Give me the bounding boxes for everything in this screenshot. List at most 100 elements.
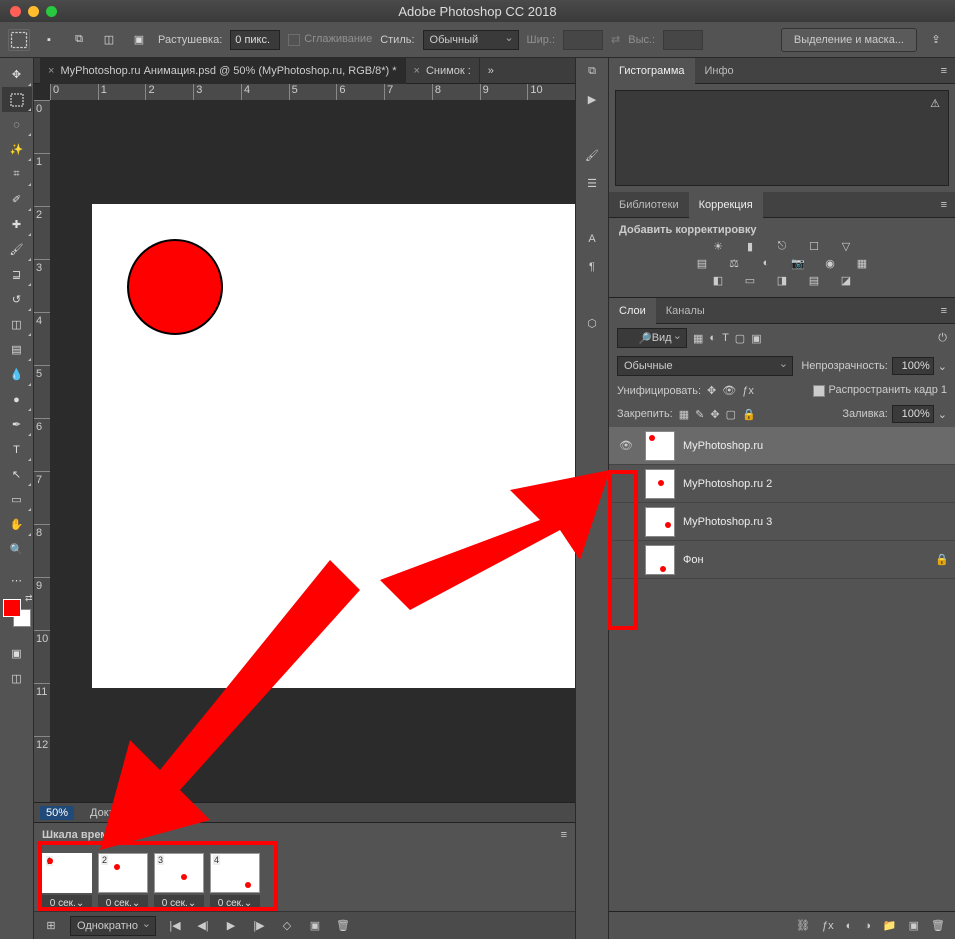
link-layers-icon[interactable]: ⛓ — [796, 919, 810, 932]
loop-select[interactable]: Однократно — [70, 916, 156, 936]
document-canvas[interactable] — [92, 204, 575, 688]
first-frame-icon[interactable]: |◀ — [166, 917, 184, 935]
fill-input[interactable]: 100% — [892, 405, 934, 423]
history-brush-tool[interactable]: ↺ — [2, 287, 32, 312]
shape-tool[interactable]: ▭ — [2, 487, 32, 512]
zoom-level[interactable]: 50% — [40, 806, 74, 820]
tween-icon[interactable]: ◇ — [278, 917, 296, 935]
foreground-color[interactable] — [3, 599, 21, 617]
filter-shape-icon[interactable]: ▢ — [735, 332, 745, 345]
3d-panel-icon[interactable]: ⬡ — [581, 314, 603, 332]
next-frame-icon[interactable]: |▶ — [250, 917, 268, 935]
layer-item[interactable]: MyPhotoshop.ru 3 — [609, 503, 955, 541]
doc-info-arrow-icon[interactable]: 〉 — [195, 805, 206, 821]
tab-histogram[interactable]: Гистограмма — [609, 58, 695, 84]
timeline-frame[interactable]: 40 сек.⌄ — [210, 853, 260, 911]
document-tab-active[interactable]: ×MyPhotoshop.ru Анимация.psd @ 50% (MyPh… — [40, 58, 406, 84]
curves-icon[interactable]: ⎋ — [773, 240, 791, 253]
selection-intersect-icon[interactable]: ▣ — [128, 29, 150, 51]
channel-mixer-icon[interactable]: ◉ — [821, 257, 839, 270]
visibility-toggle[interactable] — [615, 511, 637, 533]
selection-new-icon[interactable]: ▪ — [38, 29, 60, 51]
brush-settings-panel-icon[interactable]: ☰ — [581, 174, 603, 192]
lock-artboard-icon[interactable]: ▢ — [726, 408, 736, 421]
selection-add-icon[interactable]: ⧉ — [68, 29, 90, 51]
brightness-icon[interactable]: ☀ — [709, 240, 727, 253]
panel-menu-icon[interactable]: ≡ — [933, 305, 955, 317]
delete-layer-icon[interactable]: 🗑 — [931, 919, 945, 932]
color-swatches[interactable]: ⇄ — [3, 599, 31, 627]
type-tool[interactable]: T — [2, 437, 32, 462]
layer-filter-select[interactable]: 🔎 Вид — [617, 328, 687, 348]
adjustment-layer-icon[interactable]: ◑ — [864, 920, 871, 932]
layer-item[interactable]: 👁MyPhotoshop.ru — [609, 427, 955, 465]
eraser-tool[interactable]: ◫ — [2, 312, 32, 337]
lasso-tool[interactable]: ◌ — [2, 112, 32, 137]
panel-menu-icon[interactable]: ≡ — [933, 199, 955, 211]
canvas-area[interactable]: 012345678910 0123456789101112 — [34, 84, 575, 802]
document-tab-2[interactable]: ×Снимок : — [406, 58, 480, 84]
vibrance-icon[interactable]: ▽ — [837, 240, 855, 253]
filter-adjust-icon[interactable]: ◐ — [709, 332, 716, 344]
selection-subtract-icon[interactable]: ◫ — [98, 29, 120, 51]
select-and-mask-button[interactable]: Выделение и маска... — [781, 28, 917, 52]
selective-color-icon[interactable]: ◪ — [837, 274, 855, 287]
brush-tool[interactable]: 🖌 — [2, 237, 32, 262]
tab-channels[interactable]: Каналы — [656, 298, 715, 324]
unify-style-icon[interactable]: ƒx — [742, 385, 754, 397]
filter-toggle[interactable]: ⏻ — [938, 332, 947, 345]
brushes-panel-icon[interactable]: 🖌 — [581, 146, 603, 164]
unify-visibility-icon[interactable]: 👁 — [722, 384, 736, 397]
lock-transparency-icon[interactable]: ▦ — [679, 408, 689, 421]
layer-fx-icon[interactable]: ƒx — [822, 920, 834, 932]
opacity-dropdown-icon[interactable]: ⌄ — [938, 360, 947, 373]
delete-frame-icon[interactable]: 🗑 — [334, 917, 352, 935]
zoom-tool[interactable]: 🔍 — [2, 537, 32, 562]
screen-mode-button[interactable]: ▣ — [2, 641, 32, 666]
visibility-toggle[interactable] — [615, 549, 637, 571]
fill-dropdown-icon[interactable]: ⌄ — [938, 408, 947, 421]
pen-tool[interactable]: ✒ — [2, 412, 32, 437]
dodge-tool[interactable]: ● — [2, 387, 32, 412]
layer-item[interactable]: Фон🔒 — [609, 541, 955, 579]
close-tab-icon[interactable]: × — [48, 65, 54, 77]
heal-tool[interactable]: ✚ — [2, 212, 32, 237]
filter-smart-icon[interactable]: ▣ — [751, 332, 761, 345]
tab-libraries[interactable]: Библиотеки — [609, 192, 689, 218]
warning-icon[interactable]: ⚠ — [930, 97, 940, 110]
blend-mode-select[interactable]: Обычные — [617, 356, 793, 376]
share-icon[interactable]: ⇪ — [925, 29, 947, 51]
lock-all-icon[interactable]: 🔒 — [742, 408, 756, 421]
move-tool[interactable]: ✥ — [2, 62, 32, 87]
tab-overflow-icon[interactable]: » — [480, 65, 502, 77]
filter-pixel-icon[interactable]: ▦ — [693, 332, 703, 345]
tab-info[interactable]: Инфо — [695, 58, 744, 84]
propagate-checkbox[interactable] — [813, 385, 825, 397]
panel-menu-icon[interactable]: ≡ — [561, 829, 567, 841]
style-select[interactable]: Обычный — [423, 30, 519, 50]
marquee-tool[interactable] — [2, 87, 32, 112]
lut-icon[interactable]: ▦ — [853, 257, 871, 270]
visibility-toggle[interactable]: 👁 — [615, 435, 637, 457]
tool-preset-picker[interactable] — [8, 29, 30, 51]
hand-tool[interactable]: ✋ — [2, 512, 32, 537]
play-icon[interactable]: ▶ — [222, 917, 240, 935]
path-select-tool[interactable]: ↖ — [2, 462, 32, 487]
timeline-frame[interactable]: 10 сек.⌄ — [42, 853, 92, 911]
gradient-tool[interactable]: ▤ — [2, 337, 32, 362]
timeline-frame[interactable]: 20 сек.⌄ — [98, 853, 148, 911]
new-layer-icon[interactable]: ▣ — [909, 919, 919, 932]
swap-colors-icon[interactable]: ⇄ — [25, 593, 33, 604]
threshold-icon[interactable]: ◨ — [773, 274, 791, 287]
lock-paint-icon[interactable]: ✎ — [695, 408, 704, 421]
unify-position-icon[interactable]: ✥ — [707, 384, 716, 397]
blur-tool[interactable]: 💧 — [2, 362, 32, 387]
group-icon[interactable]: 📁 — [883, 919, 897, 932]
hue-icon[interactable]: ▤ — [693, 257, 711, 270]
history-panel-icon[interactable]: ⧉ — [581, 62, 603, 80]
posterize-icon[interactable]: ▭ — [741, 274, 759, 287]
photo-filter-icon[interactable]: 📷 — [789, 257, 807, 270]
lock-position-icon[interactable]: ✥ — [710, 408, 719, 421]
visibility-toggle[interactable] — [615, 473, 637, 495]
stamp-tool[interactable]: ⊒ — [2, 262, 32, 287]
